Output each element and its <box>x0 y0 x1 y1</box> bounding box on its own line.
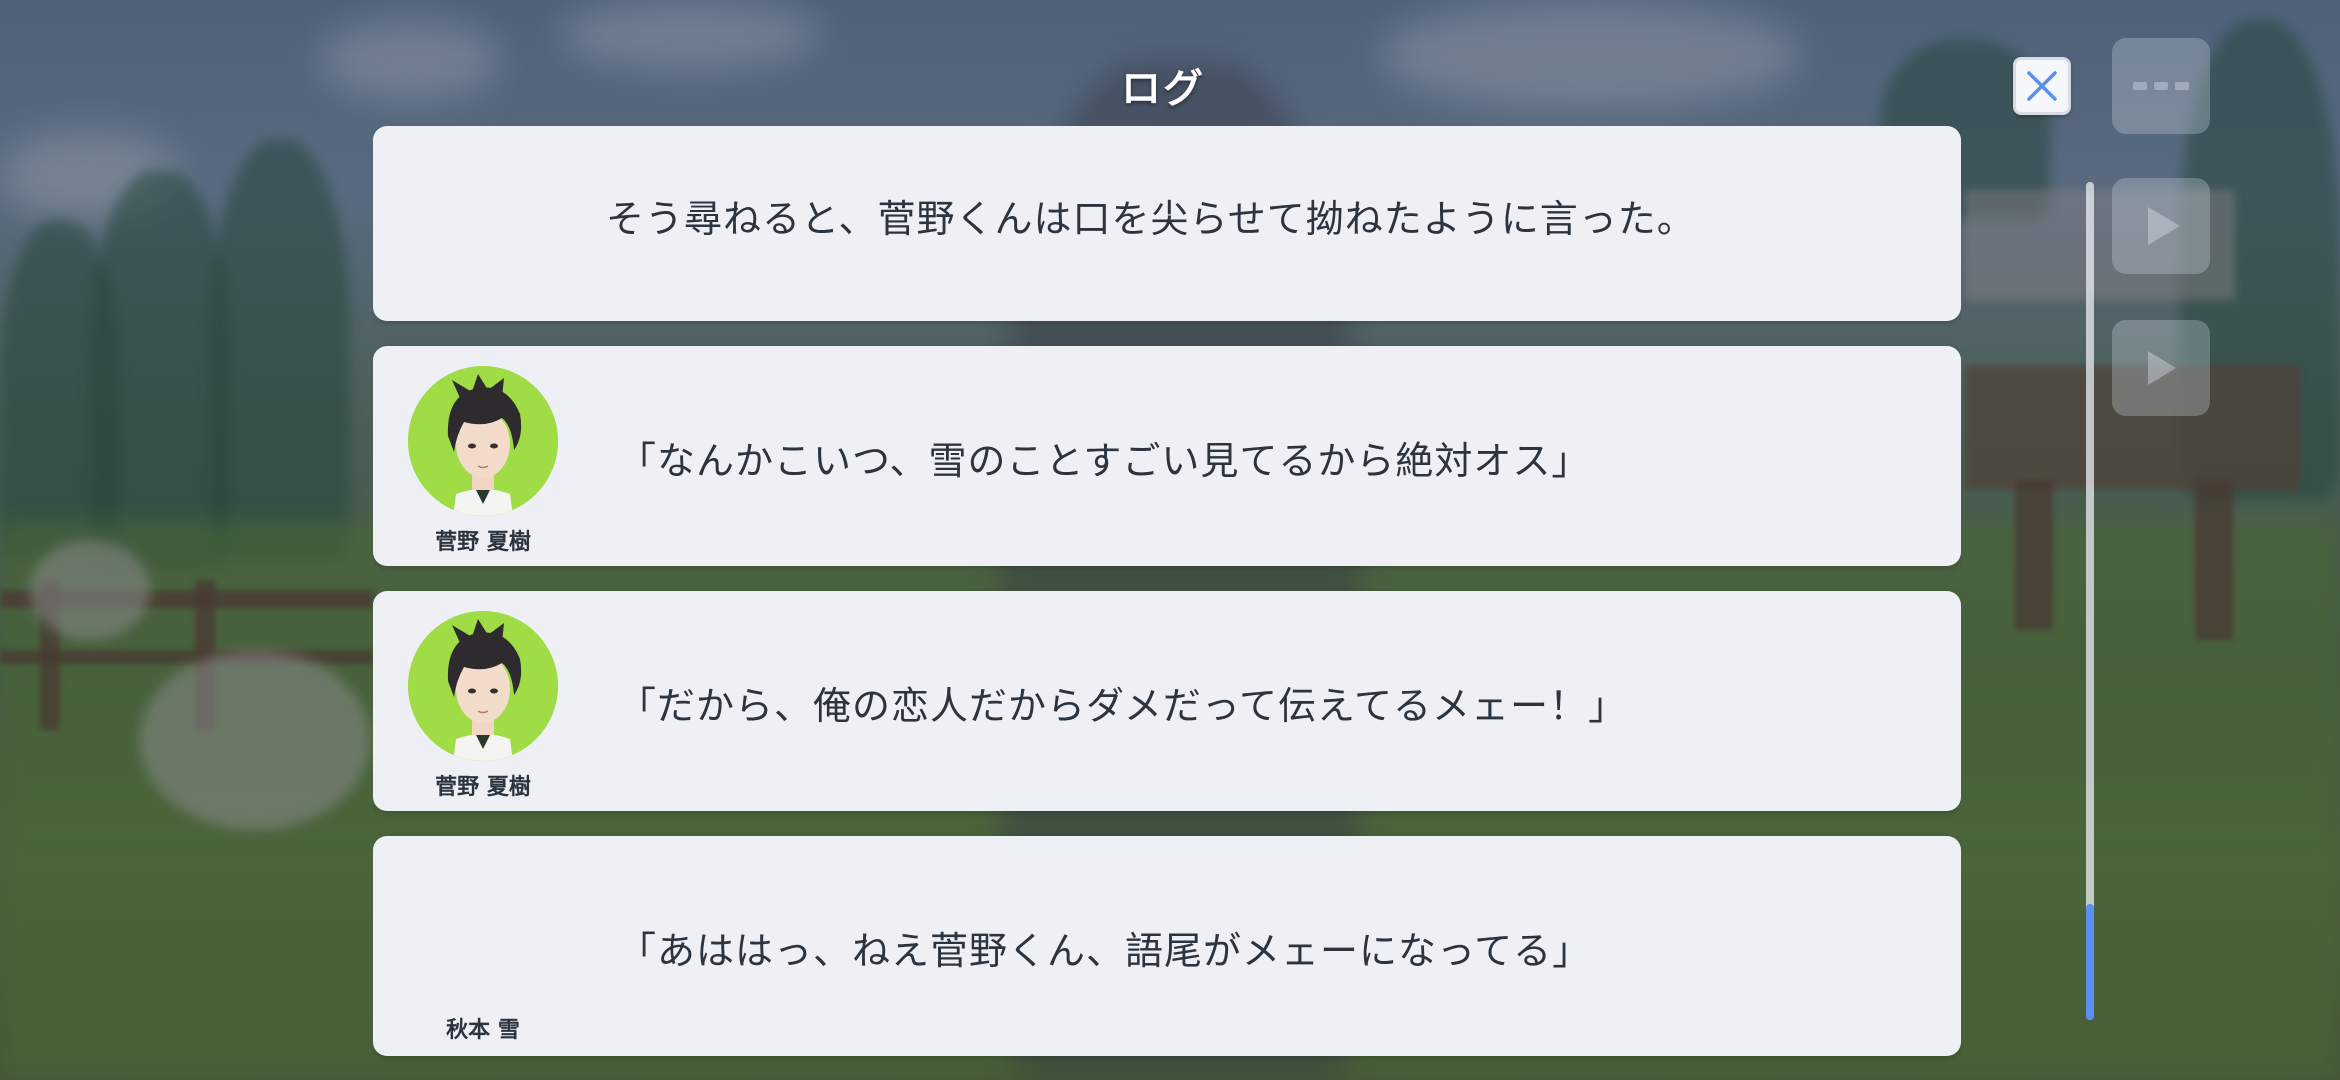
close-icon <box>2027 71 2057 101</box>
menu-dots-icon <box>2133 82 2189 90</box>
skip-play-icon <box>2148 351 2176 385</box>
log-entry-narration: そう尋ねると、菅野くんは口を尖らせて拗ねたように言った。 <box>373 126 1961 321</box>
skip-button <box>2112 320 2210 416</box>
log-list[interactable]: そう尋ねると、菅野くんは口を尖らせて拗ねたように言った。 菅野 夏樹 「なんかこ… <box>373 126 1961 1080</box>
log-entry-dialogue: 秋本 雪 「あははっ、ねえ菅野くん、語尾がメェーになってる」 <box>373 836 1961 1056</box>
play-icon <box>2148 207 2180 245</box>
page-title: ログ <box>1121 66 1205 112</box>
avatar <box>408 611 558 761</box>
avatar <box>408 366 558 516</box>
log-entry-text: 「なんかこいつ、雪のことすごい見てるから絶対オス」 <box>618 439 1591 483</box>
game-screen: ログ そう尋ねると、菅野くんは口を尖らせて拗ねたように言った。 菅野 夏樹 「な… <box>0 0 2340 1080</box>
speaker-name: 菅野 夏樹 <box>435 530 531 555</box>
log-entry-dialogue: 菅野 夏樹 「だから、俺の恋人だからダメだって伝えてるメェー！」 <box>373 591 1961 811</box>
character-portrait-icon <box>408 611 558 761</box>
scrollbar-thumb[interactable] <box>2086 904 2094 1020</box>
close-button[interactable] <box>2013 57 2071 115</box>
log-entry-text: そう尋ねると、菅野くんは口を尖らせて拗ねたように言った。 <box>606 197 1696 241</box>
speaker-name: 菅野 夏樹 <box>435 775 531 800</box>
menu-button <box>2112 38 2210 134</box>
character-portrait-icon <box>408 366 558 516</box>
speaker-name: 秋本 雪 <box>446 1018 520 1043</box>
auto-play-button <box>2112 178 2210 274</box>
scrollbar[interactable] <box>2086 182 2094 1020</box>
log-entry-text: 「だから、俺の恋人だからダメだって伝えてるメェー！」 <box>618 684 1628 728</box>
log-entry-text: 「あははっ、ねえ菅野くん、語尾がメェーになってる」 <box>618 929 1592 973</box>
log-entry-dialogue: 菅野 夏樹 「なんかこいつ、雪のことすごい見てるから絶対オス」 <box>373 346 1961 566</box>
